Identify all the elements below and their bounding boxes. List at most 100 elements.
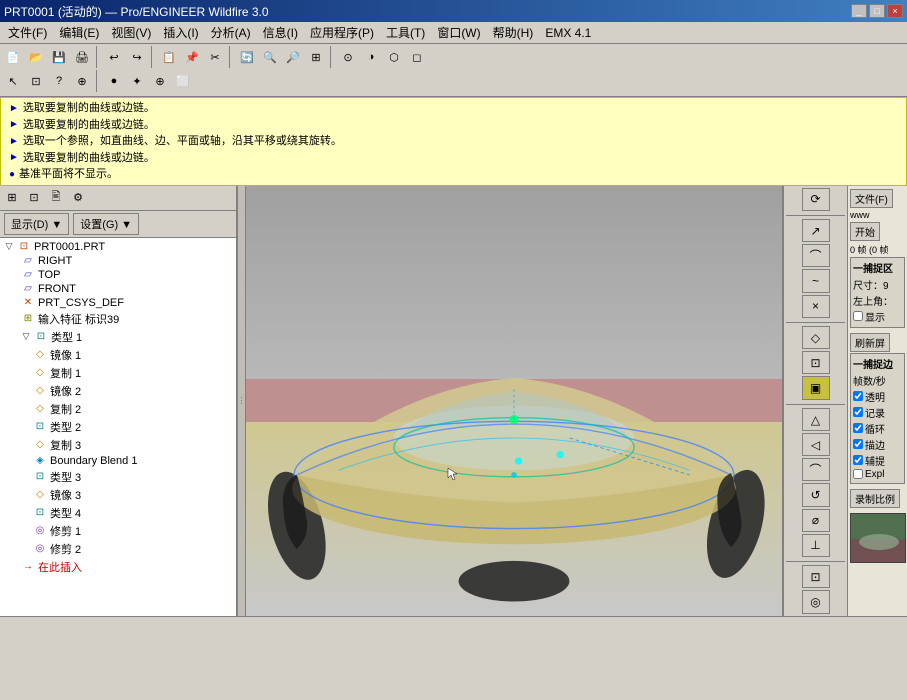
tb-new[interactable]: 📄: [2, 46, 24, 68]
close-button[interactable]: ×: [887, 4, 903, 18]
rp-btn-16[interactable]: ◎: [802, 590, 830, 613]
tb-query[interactable]: ?: [48, 70, 70, 92]
fr-trace-check[interactable]: [853, 439, 863, 449]
settings-dropdown[interactable]: 设置(G) ▼: [73, 213, 139, 235]
tree-copy2[interactable]: ◇ 复制 2: [2, 400, 234, 418]
rp-btn-11[interactable]: ⌒: [802, 458, 830, 481]
menu-view[interactable]: 视图(V): [105, 22, 157, 43]
tb-zoom-in[interactable]: 🔍: [259, 46, 281, 68]
tree-trim2[interactable]: ◎ 修剪 2: [2, 540, 234, 558]
tree-copy3[interactable]: ◇ 复制 3: [2, 436, 234, 454]
tree-type3[interactable]: ⊡ 类型 3: [2, 468, 234, 486]
fr-loop-check[interactable]: [853, 423, 863, 433]
tb-plane[interactable]: ⬜: [172, 70, 194, 92]
fr-trace-text: 描边: [865, 437, 885, 452]
tb-csys[interactable]: ⊕: [149, 70, 171, 92]
tb-redo[interactable]: ↪: [126, 46, 148, 68]
tree-type1[interactable]: ▽ ⊡ 类型 1: [2, 328, 234, 346]
tb-undo[interactable]: ↩: [103, 46, 125, 68]
menu-insert[interactable]: 插入(I): [157, 22, 204, 43]
menu-window[interactable]: 窗口(W): [431, 22, 486, 43]
tb-cut[interactable]: ✂: [204, 46, 226, 68]
tb-select[interactable]: ↖: [2, 70, 24, 92]
tb-orient[interactable]: ⊙: [337, 46, 359, 68]
menu-apps[interactable]: 应用程序(P): [304, 22, 380, 43]
menu-tools[interactable]: 工具(T): [380, 22, 431, 43]
rp-btn-2[interactable]: ↗: [802, 219, 830, 242]
fr-start-row: 开始: [850, 222, 905, 241]
tb-copy[interactable]: 📋: [158, 46, 180, 68]
rp-btn-13[interactable]: ⌀: [802, 509, 830, 532]
maximize-button[interactable]: □: [869, 4, 885, 18]
tree-prt-csys[interactable]: ✕ PRT_CSYS_DEF: [2, 296, 234, 310]
menu-help[interactable]: 帮助(H): [487, 22, 540, 43]
rp-btn-8[interactable]: ▣: [802, 376, 830, 399]
rp-btn-4[interactable]: ~: [802, 269, 830, 292]
model-tree[interactable]: ▽ ⊡ PRT0001.PRT ▱ RIGHT ▱ TOP ▱ FRONT: [0, 238, 236, 616]
rp-btn-9[interactable]: △: [802, 408, 830, 431]
tb-wire[interactable]: ⬡: [383, 46, 405, 68]
display-dropdown[interactable]: 显示(D) ▼: [4, 213, 69, 235]
lt-btn-3[interactable]: 🖹: [46, 188, 66, 208]
tb-filter[interactable]: ⊡: [25, 70, 47, 92]
rp-btn-7[interactable]: ⊡: [802, 351, 830, 374]
tb-datum[interactable]: ●: [103, 70, 125, 92]
fr-thumbnail: [850, 513, 906, 563]
tb-print[interactable]: 🖨: [71, 46, 93, 68]
tree-insert[interactable]: → 在此插入: [2, 558, 234, 576]
panel-resize-handle[interactable]: ⋮: [238, 186, 246, 616]
tree-mirror1[interactable]: ◇ 镜像 1: [2, 346, 234, 364]
menu-emx[interactable]: EMX 4.1: [539, 24, 597, 42]
rp-btn-5[interactable]: ×: [802, 295, 830, 318]
tree-import[interactable]: ⊞ 输入特征 标识39: [2, 310, 234, 328]
tb-axis[interactable]: ✦: [126, 70, 148, 92]
rp-btn-10[interactable]: ◁: [802, 433, 830, 456]
tb-shade[interactable]: ◑: [360, 46, 382, 68]
rp-btn-15[interactable]: ⊡: [802, 565, 830, 588]
fr-assist-check[interactable]: [853, 455, 863, 465]
fr-expl-check[interactable]: [853, 469, 863, 479]
tree-top[interactable]: ▱ TOP: [2, 268, 234, 282]
tb-hidden[interactable]: ◻: [406, 46, 428, 68]
front-icon: ▱: [21, 283, 35, 294]
tb-zoom-out[interactable]: 🔎: [282, 46, 304, 68]
rp-btn-3[interactable]: ⌒: [802, 244, 830, 267]
tb-fit[interactable]: ⊞: [305, 46, 327, 68]
rp-btn-1[interactable]: ⟳: [802, 188, 830, 211]
tree-trim1[interactable]: ◎ 修剪 1: [2, 522, 234, 540]
rp-btn-12[interactable]: ↺: [802, 483, 830, 506]
lt-btn-4[interactable]: ⚙: [68, 188, 88, 208]
tb-search[interactable]: ⊕: [71, 70, 93, 92]
fr-start-button[interactable]: 开始: [850, 222, 880, 241]
tb-paste[interactable]: 📌: [181, 46, 203, 68]
tree-type2[interactable]: ⊡ 类型 2: [2, 418, 234, 436]
tree-mirror3[interactable]: ◇ 镜像 3: [2, 486, 234, 504]
tb-open[interactable]: 📂: [25, 46, 47, 68]
menu-file[interactable]: 文件(F): [2, 22, 53, 43]
tree-bb1[interactable]: ◈ Boundary Blend 1: [2, 454, 234, 468]
lt-btn-1[interactable]: ⊞: [2, 188, 22, 208]
fr-refresh-button[interactable]: 刷新屏: [850, 333, 890, 352]
menu-info[interactable]: 信息(I): [257, 22, 304, 43]
rp-btn-6[interactable]: ◇: [802, 326, 830, 349]
tb-repaint[interactable]: 🔄: [236, 46, 258, 68]
menu-analysis[interactable]: 分析(A): [205, 22, 257, 43]
tree-root[interactable]: ▽ ⊡ PRT0001.PRT: [2, 240, 234, 254]
lt-btn-2[interactable]: ⊡: [24, 188, 44, 208]
tree-right[interactable]: ▱ RIGHT: [2, 254, 234, 268]
tree-type4[interactable]: ⊡ 类型 4: [2, 504, 234, 522]
menu-edit[interactable]: 编辑(E): [53, 22, 105, 43]
tree-mirror2[interactable]: ◇ 镜像 2: [2, 382, 234, 400]
fr-record-check[interactable]: [853, 407, 863, 417]
fr-display-check[interactable]: [853, 311, 863, 321]
minimize-button[interactable]: _: [851, 4, 867, 18]
fr-file-label[interactable]: 文件(F): [850, 189, 893, 208]
fr-transparent-check[interactable]: [853, 391, 863, 401]
arrow-icon-5: ●: [9, 167, 15, 182]
tree-front[interactable]: ▱ FRONT: [2, 282, 234, 296]
fr-record-button[interactable]: 录制比例: [850, 489, 900, 508]
tb-save[interactable]: 💾: [48, 46, 70, 68]
rp-btn-14[interactable]: ⊥: [802, 534, 830, 557]
tree-copy1[interactable]: ◇ 复制 1: [2, 364, 234, 382]
viewport[interactable]: [246, 186, 782, 616]
